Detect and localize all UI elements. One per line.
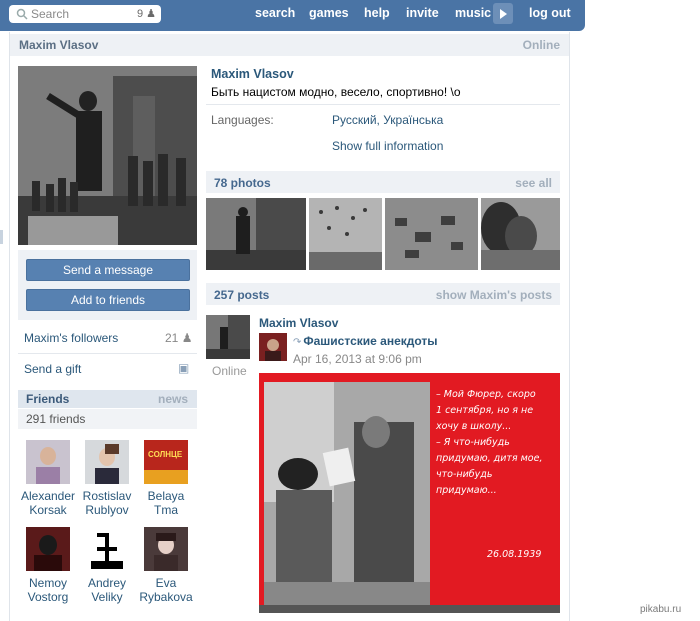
friend-avatar <box>144 527 188 571</box>
nav-invite[interactable]: invite <box>406 6 439 20</box>
search-counter: 9 ♟ <box>136 8 156 20</box>
post-date[interactable]: Apr 16, 2013 at 9:06 pm <box>293 352 422 366</box>
nav-games[interactable]: games <box>309 6 349 20</box>
photo-thumb[interactable] <box>385 198 478 270</box>
friends-header[interactable]: Friends news <box>18 390 197 408</box>
friends-count-text: 291 friends <box>26 412 86 426</box>
search-box[interactable]: Search 9 ♟ <box>9 5 161 23</box>
friend-avatar <box>85 527 129 571</box>
languages-label: Languages: <box>211 113 274 127</box>
group-avatar[interactable] <box>259 333 287 361</box>
friends-title: Friends <box>26 392 70 406</box>
repost-icon: ↷ <box>293 337 302 348</box>
nav-search[interactable]: search <box>255 6 295 20</box>
friend-last-name: Rublyov <box>85 503 129 517</box>
post-author-name[interactable]: Maxim Vlasov <box>259 316 338 330</box>
posts-show-all[interactable]: show Maxim's posts <box>436 288 552 302</box>
followers-link[interactable]: Maxim's followers <box>24 331 118 345</box>
friend-last-name: Veliky <box>91 590 123 604</box>
friend-avatar-caption: СОЛНЦЕ <box>148 450 183 459</box>
play-icon[interactable] <box>493 3 513 24</box>
post-author-status: Online <box>212 364 247 378</box>
add-friend-button[interactable]: Add to friends <box>26 289 190 311</box>
photos-header[interactable]: 78 photos see all <box>206 171 560 193</box>
friend-item[interactable]: СОЛНЦЕ Belaya Tma <box>136 440 196 517</box>
show-full-info-link[interactable]: Show full information <box>332 139 443 153</box>
post-photo <box>264 382 430 607</box>
friend-first-name: Alexander <box>20 489 76 503</box>
friend-avatar <box>26 527 70 571</box>
friend-first-name: Belaya <box>147 489 185 503</box>
friend-first-name: Andrey <box>87 576 127 590</box>
friend-last-name: Vostorg <box>27 590 69 604</box>
repost-group-name: Фашистские анекдоты <box>303 334 438 348</box>
posts-title: 257 posts <box>214 288 270 302</box>
watermark: pikabu.ru <box>640 604 682 615</box>
profile-name: Maxim Vlasov <box>211 67 294 81</box>
quote-line: 1 сентября, но я не <box>436 405 534 416</box>
languages-value[interactable]: Русский, Українська <box>332 113 443 127</box>
friend-last-name: Korsak <box>29 503 67 517</box>
friend-first-name: Nemoy <box>28 576 67 590</box>
followers-count: 21 ♟ <box>165 331 193 345</box>
gift-icon: ▣ <box>178 361 190 375</box>
friend-first-name: Eva <box>155 576 177 590</box>
nav-music[interactable]: music <box>455 6 491 20</box>
posts-header[interactable]: 257 posts show Maxim's posts <box>206 283 560 305</box>
search-placeholder: Search <box>31 7 70 21</box>
friend-item[interactable]: Rostislav Rublyov <box>77 440 137 517</box>
send-gift-link[interactable]: Send a gift <box>24 362 81 376</box>
friend-item[interactable]: Eva Rybakova <box>136 527 196 604</box>
image-bottom-band <box>259 605 560 613</box>
people-icon: ♟ <box>181 331 193 345</box>
post-author-avatar[interactable] <box>206 315 250 359</box>
quote-line: – Я что-нибудь <box>436 437 510 448</box>
divider <box>206 104 560 105</box>
profile-status: Быть нацистом модно, весело, спортивно! … <box>211 85 461 99</box>
friend-item[interactable]: Andrey Veliky <box>77 527 137 604</box>
top-bar: Search 9 ♟ search games help invite musi… <box>0 0 585 31</box>
search-icon <box>16 8 28 20</box>
quote-line: придумаю... <box>436 485 497 496</box>
divider <box>18 353 197 354</box>
send-message-button[interactable]: Send a message <box>26 259 190 281</box>
nav-logout[interactable]: log out <box>529 6 571 20</box>
side-marker <box>0 230 3 244</box>
post-image-quote: – Мой Фюрер, скоро 1 сентября, но я не х… <box>436 387 556 499</box>
friends-news-link[interactable]: news <box>158 392 188 406</box>
photo-thumb[interactable] <box>206 198 306 270</box>
profile-avatar[interactable] <box>18 66 197 245</box>
repost-group[interactable]: ↷ Фашистские анекдоты <box>293 334 438 348</box>
quote-line: хочу в школу... <box>436 421 512 432</box>
friend-item[interactable]: Alexander Korsak <box>18 440 78 517</box>
friend-item[interactable]: Nemoy Vostorg <box>18 527 78 604</box>
friends-count: 291 friends <box>18 409 197 429</box>
quote-line: что-нибудь <box>436 469 493 480</box>
photos-title: 78 photos <box>214 176 271 190</box>
quote-line: – Мой Фюрер, скоро <box>436 389 536 400</box>
page-header-name: Maxim Vlasov <box>19 38 99 52</box>
friend-last-name: Rybakova <box>139 590 193 604</box>
page-header-status: Online <box>522 38 560 52</box>
action-box: Send a message Add to friends <box>18 250 197 320</box>
photo-thumb[interactable] <box>309 198 382 270</box>
friend-avatar <box>26 440 70 484</box>
photo-thumb[interactable] <box>481 198 560 270</box>
post-image[interactable]: – Мой Фюрер, скоро 1 сентября, но я не х… <box>259 373 560 613</box>
friend-first-name: Rostislav <box>82 489 132 503</box>
page-header: Maxim Vlasov Online <box>10 34 569 56</box>
friend-avatar: СОЛНЦЕ <box>144 440 188 484</box>
post-image-date: 26.08.1939 <box>487 549 542 560</box>
photos-see-all[interactable]: see all <box>515 176 552 190</box>
person-icon: ♟ <box>146 8 156 20</box>
friend-avatar <box>85 440 129 484</box>
avatar-photo <box>18 66 197 245</box>
nav-help[interactable]: help <box>364 6 390 20</box>
friend-last-name: Tma <box>154 503 178 517</box>
quote-line: придумаю, дитя мое, <box>436 453 543 464</box>
